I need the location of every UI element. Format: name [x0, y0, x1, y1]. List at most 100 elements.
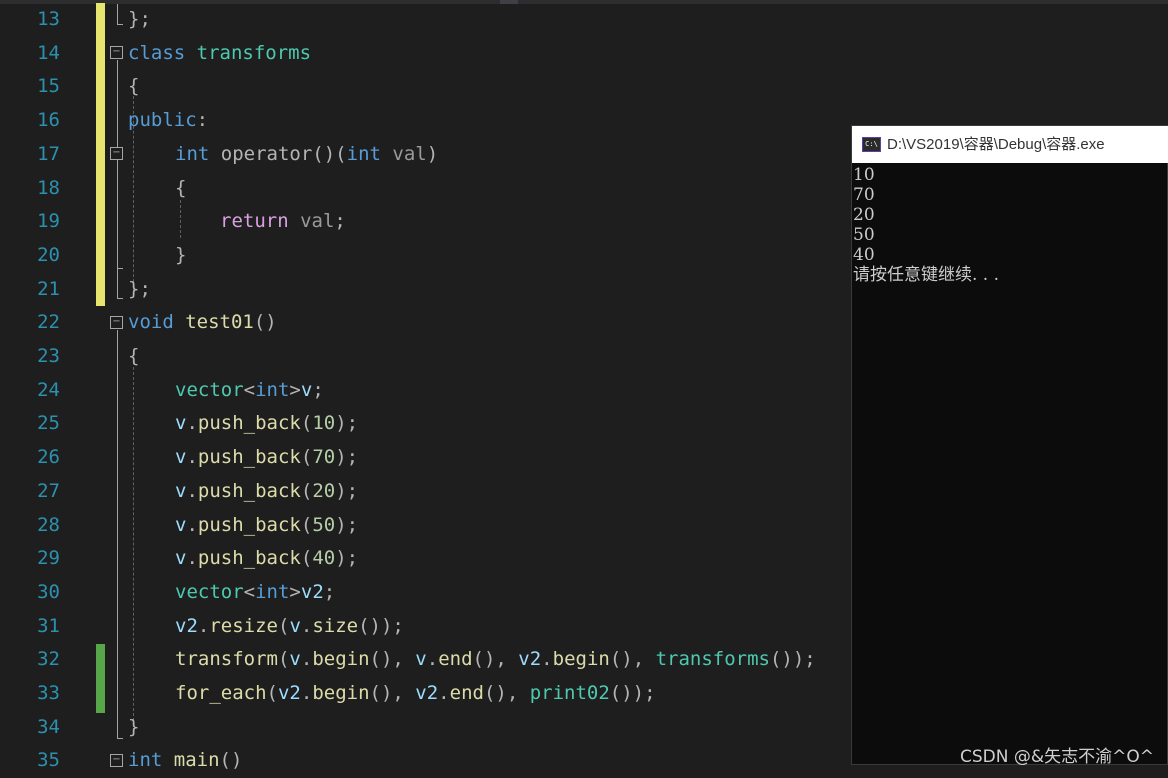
line-number: 28: [37, 513, 60, 536]
variable: v: [300, 378, 313, 401]
code-text: int main(): [128, 744, 242, 778]
function-name: main: [173, 749, 220, 772]
punctuation: .: [186, 479, 198, 502]
variable: v: [175, 513, 187, 536]
function-name: resize: [209, 614, 278, 637]
punctuation: <: [243, 580, 256, 603]
code-text: };: [128, 277, 151, 300]
parameter: val: [300, 210, 335, 233]
keyword: return: [220, 210, 289, 233]
type-name: vector: [175, 378, 244, 401]
number-literal: 70: [312, 446, 336, 469]
function-name: push_back: [197, 412, 301, 435]
code-text: public:: [128, 104, 208, 138]
watermark: CSDN @&矢志不渝^O^: [960, 747, 1154, 767]
punctuation: ());: [358, 614, 404, 637]
console-line: 10: [853, 165, 875, 185]
punctuation: ;: [312, 378, 324, 401]
punctuation: (: [300, 547, 313, 570]
punctuation: (: [266, 682, 278, 704]
console-title-bar[interactable]: C:\ D:\VS2019\容器\Debug\容器.exe: [852, 126, 1168, 163]
punctuation: );: [335, 479, 359, 502]
punctuation: (),: [609, 648, 656, 671]
punctuation: .: [197, 614, 210, 637]
punctuation: ());: [769, 648, 816, 671]
function-name: push_back: [197, 547, 301, 570]
code-text: for_each(v2.begin(), v2.end(), print02()…: [175, 677, 656, 711]
line-number: 22: [37, 311, 60, 334]
punctuation: (): [219, 749, 243, 772]
code-text: {: [175, 176, 187, 199]
line-number: 25: [37, 412, 60, 435]
variable: v: [175, 547, 187, 570]
code-text: v.push_back(50);: [175, 509, 358, 543]
punctuation: (),: [472, 648, 519, 671]
code-text: transform(v.begin(), v.end(), v2.begin()…: [175, 643, 816, 677]
console-window[interactable]: C:\ D:\VS2019\容器\Debug\容器.exe 10 70 20 5…: [851, 125, 1168, 765]
punctuation: >: [289, 378, 301, 401]
function-name: push_back: [197, 479, 301, 502]
punctuation: .: [300, 614, 313, 637]
punctuation: .: [426, 648, 439, 671]
punctuation: (),: [369, 682, 416, 704]
line-number: 16: [37, 109, 60, 132]
number-literal: 40: [312, 547, 336, 570]
code-text: void test01(): [128, 306, 277, 340]
line-number: 23: [37, 345, 60, 367]
punctuation: ()(: [312, 142, 347, 165]
punctuation: .: [186, 412, 198, 435]
code-line: 13 };: [0, 3, 1168, 37]
punctuation: .: [186, 446, 198, 469]
console-line: 70: [853, 185, 875, 205]
punctuation: ;: [334, 210, 346, 233]
punctuation: (: [300, 446, 313, 469]
variable: v: [175, 479, 187, 502]
console-line: 40: [853, 245, 875, 265]
line-number: 18: [37, 176, 60, 199]
punctuation: (: [300, 412, 313, 435]
line-number: 29: [37, 547, 60, 570]
code-text: v.push_back(10);: [175, 407, 358, 441]
punctuation: ());: [609, 682, 656, 704]
keyword: int: [346, 142, 381, 165]
function-name: end: [449, 682, 484, 704]
type-name: vector: [175, 580, 244, 603]
code-text: v.push_back(70);: [175, 441, 358, 475]
code-text: v.push_back(20);: [175, 475, 358, 509]
line-number: 32: [37, 648, 60, 671]
variable: v2: [518, 648, 542, 671]
console-title: D:\VS2019\容器\Debug\容器.exe: [887, 136, 1105, 153]
punctuation: .: [186, 513, 198, 536]
punctuation: (),: [369, 648, 416, 671]
variable: v2: [175, 614, 198, 637]
punctuation: .: [541, 648, 553, 671]
line-number: 15: [37, 75, 60, 98]
punctuation: (): [253, 311, 277, 334]
code-text: return val;: [220, 205, 346, 239]
punctuation: ;: [323, 580, 336, 603]
number-literal: 20: [312, 479, 336, 502]
variable: v: [289, 648, 301, 671]
punctuation: );: [335, 412, 359, 435]
variable: v2: [277, 682, 301, 704]
function-name: for_each: [175, 682, 267, 704]
class-name: transforms: [196, 41, 312, 64]
keyword: public: [128, 109, 197, 132]
punctuation: (: [277, 614, 290, 637]
code-text: }: [128, 715, 140, 738]
line-number: 31: [37, 614, 60, 637]
function-name: end: [438, 648, 473, 671]
punctuation: :: [196, 109, 209, 132]
keyword: class: [128, 41, 186, 64]
line-number: 13: [37, 8, 60, 30]
punctuation: );: [335, 513, 359, 536]
code-text: v2.resize(v.size());: [175, 610, 404, 644]
console-line: 请按任意键继续. . .: [853, 265, 1000, 285]
line-number: 21: [37, 277, 60, 300]
console-app-icon: C:\: [862, 137, 881, 152]
code-text: vector<int>v2;: [175, 576, 335, 610]
code-text: {: [128, 75, 140, 98]
keyword: int: [128, 749, 163, 772]
keyword: int: [255, 580, 290, 603]
punctuation: (: [277, 648, 290, 671]
